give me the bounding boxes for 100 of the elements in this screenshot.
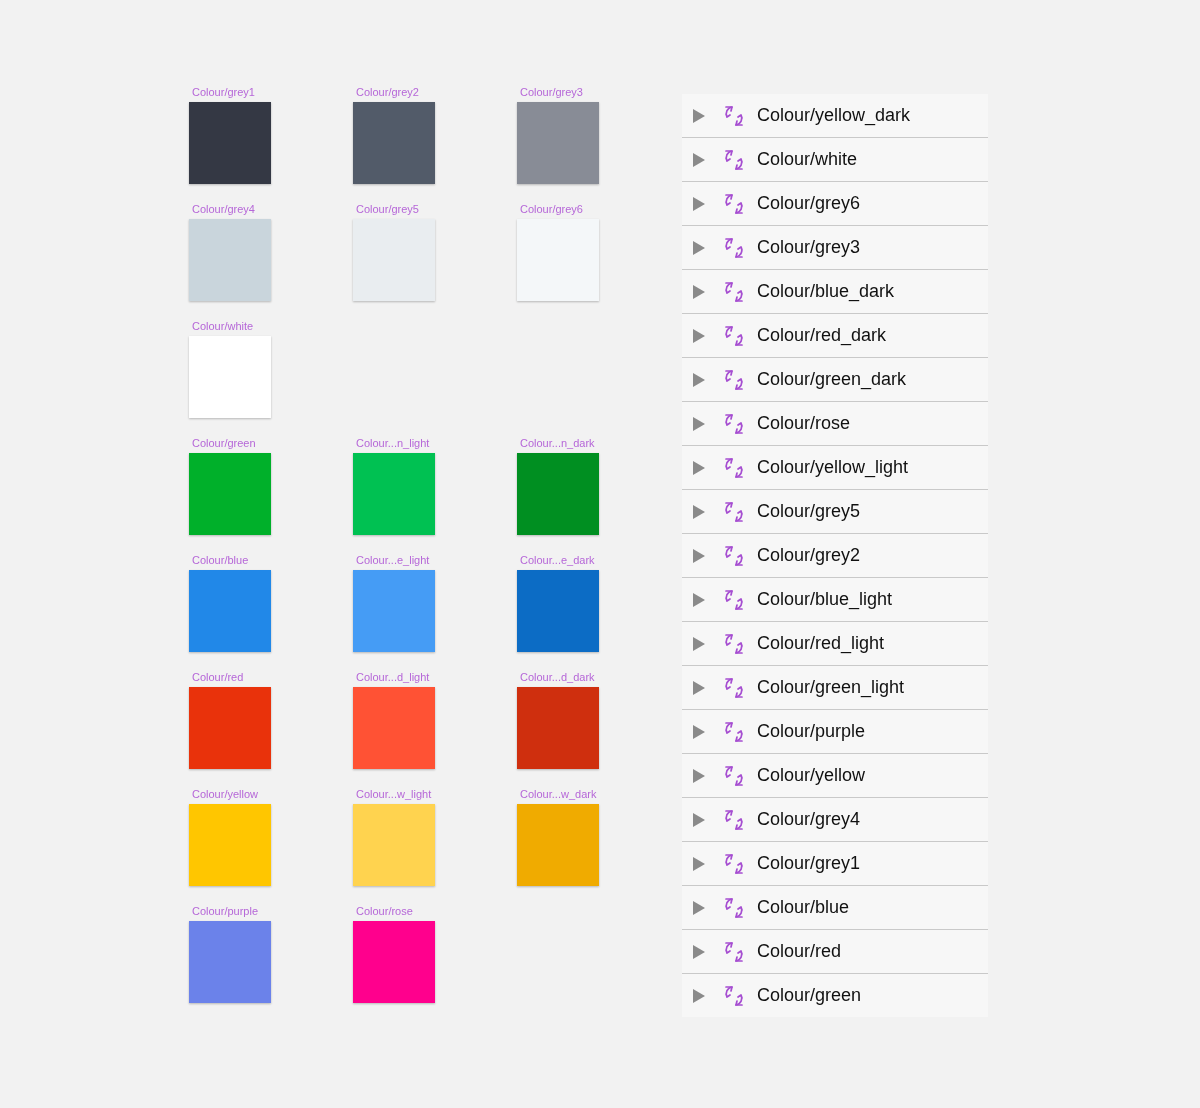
- symbol-list-item[interactable]: Colour/blue: [682, 886, 988, 930]
- symbol-name: Colour/yellow: [757, 765, 866, 786]
- swatch-label: Colour/yellow: [191, 787, 259, 801]
- disclosure-triangle-icon[interactable]: [693, 944, 705, 959]
- symbol-list-item[interactable]: Colour/grey4: [682, 798, 988, 842]
- sync-arrows-icon: [723, 852, 745, 875]
- disclosure-triangle-icon[interactable]: [693, 636, 705, 651]
- disclosure-triangle-icon[interactable]: [693, 284, 705, 299]
- disclosure-triangle-icon[interactable]: [693, 240, 705, 255]
- symbol-list-item[interactable]: Colour/yellow: [682, 754, 988, 798]
- disclosure-triangle-icon[interactable]: [693, 328, 705, 343]
- symbol-list-item[interactable]: Colour/green_dark: [682, 358, 988, 402]
- symbol-list-item[interactable]: Colour/blue_dark: [682, 270, 988, 314]
- sync-arrows-icon: [723, 500, 745, 523]
- disclosure-triangle-icon[interactable]: [693, 548, 705, 563]
- swatch-label: Colour/blue: [191, 553, 249, 567]
- symbol-name: Colour/green_dark: [757, 369, 907, 390]
- disclosure-triangle-icon[interactable]: [693, 856, 705, 871]
- disclosure-triangle-icon[interactable]: [693, 196, 705, 211]
- symbol-name: Colour/blue_light: [757, 589, 893, 610]
- symbol-list-item[interactable]: Colour/rose: [682, 402, 988, 446]
- swatch-label: Colour/grey2: [355, 85, 419, 99]
- sync-arrows-icon: [723, 896, 745, 919]
- symbol-name: Colour/purple: [757, 721, 866, 742]
- symbol-name: Colour/yellow_dark: [757, 105, 911, 126]
- symbol-name: Colour/green: [757, 985, 862, 1006]
- symbol-list-item[interactable]: Colour/green: [682, 974, 988, 1017]
- symbol-name: Colour/blue: [757, 897, 850, 918]
- swatch-label: Colour/grey5: [355, 202, 419, 216]
- symbol-name: Colour/red_dark: [757, 325, 887, 346]
- disclosure-triangle-icon[interactable]: [693, 460, 705, 475]
- sync-arrows-icon: [723, 280, 745, 303]
- symbol-name: Colour/red: [757, 941, 842, 962]
- disclosure-triangle-icon[interactable]: [693, 152, 705, 167]
- disclosure-triangle-icon[interactable]: [693, 108, 705, 123]
- disclosure-triangle-icon[interactable]: [693, 900, 705, 915]
- symbol-name: Colour/rose: [757, 413, 851, 434]
- symbol-list-item[interactable]: Colour/grey1: [682, 842, 988, 886]
- disclosure-triangle-icon[interactable]: [693, 812, 705, 827]
- symbol-name: Colour/blue_dark: [757, 281, 895, 302]
- disclosure-triangle-icon[interactable]: [693, 768, 705, 783]
- symbol-name: Colour/yellow_light: [757, 457, 909, 478]
- swatch-label: Colour...w_dark: [519, 787, 597, 801]
- swatch-label: Colour/grey1: [191, 85, 255, 99]
- symbol-list-item[interactable]: Colour/yellow_dark: [682, 94, 988, 138]
- swatch-label: Colour/red: [191, 670, 244, 684]
- sync-arrows-icon: [723, 324, 745, 347]
- swatch-label: Colour...e_dark: [519, 553, 595, 567]
- swatch-label: Colour...n_light: [355, 436, 430, 450]
- swatch-label: Colour/grey4: [191, 202, 255, 216]
- disclosure-triangle-icon[interactable]: [693, 416, 705, 431]
- symbol-list-item[interactable]: Colour/red_dark: [682, 314, 988, 358]
- symbol-list-item[interactable]: Colour/white: [682, 138, 988, 182]
- symbol-name: Colour/green_light: [757, 677, 905, 698]
- disclosure-triangle-icon[interactable]: [693, 592, 705, 607]
- symbol-name: Colour/grey3: [757, 237, 861, 258]
- sync-arrows-icon: [723, 368, 745, 391]
- sync-arrows-icon: [723, 456, 745, 479]
- sync-arrows-icon: [723, 720, 745, 743]
- sync-arrows-icon: [723, 940, 745, 963]
- symbol-list-item[interactable]: Colour/purple: [682, 710, 988, 754]
- symbol-list-item[interactable]: Colour/red_light: [682, 622, 988, 666]
- sync-arrows-icon: [723, 676, 745, 699]
- sync-arrows-icon: [723, 984, 745, 1007]
- swatch-label: Colour...e_light: [355, 553, 430, 567]
- disclosure-triangle-icon[interactable]: [693, 988, 705, 1003]
- symbol-list-item[interactable]: Colour/grey3: [682, 226, 988, 270]
- swatch-label: Colour/white: [191, 319, 254, 333]
- disclosure-triangle-icon[interactable]: [693, 724, 705, 739]
- symbol-name: Colour/grey4: [757, 809, 861, 830]
- symbol-list-item[interactable]: Colour/grey2: [682, 534, 988, 578]
- sync-arrows-icon: [723, 764, 745, 787]
- symbol-name: Colour/grey6: [757, 193, 861, 214]
- symbol-list-item[interactable]: Colour/yellow_light: [682, 446, 988, 490]
- disclosure-triangle-icon[interactable]: [693, 372, 705, 387]
- symbol-name: Colour/grey2: [757, 545, 861, 566]
- sync-arrows-icon: [723, 588, 745, 611]
- sync-arrows-icon: [723, 104, 745, 127]
- symbol-list-item[interactable]: Colour/red: [682, 930, 988, 974]
- swatch-label: Colour/grey6: [519, 202, 583, 216]
- symbol-list-item[interactable]: Colour/green_light: [682, 666, 988, 710]
- symbol-list-item[interactable]: Colour/grey5: [682, 490, 988, 534]
- swatch-label: Colour/rose: [355, 904, 413, 918]
- symbol-name: Colour/grey5: [757, 501, 861, 522]
- swatch-label: Colour...d_dark: [519, 670, 595, 684]
- symbol-list-item[interactable]: Colour/grey6: [682, 182, 988, 226]
- swatch-label: Colour/green: [191, 436, 256, 450]
- symbol-name: Colour/grey1: [757, 853, 861, 874]
- symbol-list-item[interactable]: Colour/blue_light: [682, 578, 988, 622]
- sync-arrows-icon: [723, 632, 745, 655]
- disclosure-triangle-icon[interactable]: [693, 680, 705, 695]
- swatch-label: Colour...d_light: [355, 670, 430, 684]
- swatch-label: Colour/grey3: [519, 85, 583, 99]
- disclosure-triangle-icon[interactable]: [693, 504, 705, 519]
- symbol-name: Colour/white: [757, 149, 858, 170]
- sync-arrows-icon: [723, 148, 745, 171]
- symbol-name: Colour/red_light: [757, 633, 885, 654]
- swatch-label: Colour...w_light: [355, 787, 432, 801]
- sync-arrows-icon: [723, 412, 745, 435]
- sync-arrows-icon: [723, 544, 745, 567]
